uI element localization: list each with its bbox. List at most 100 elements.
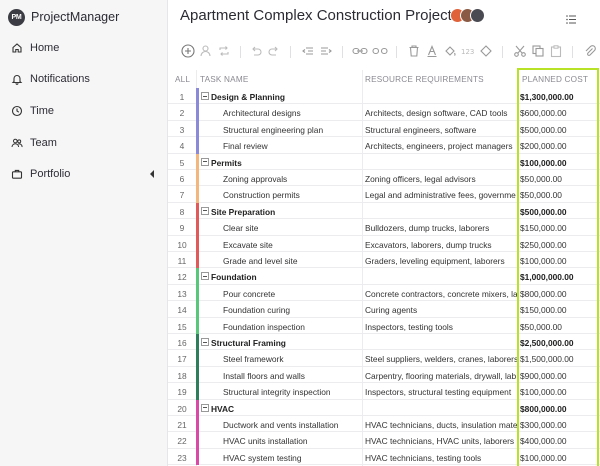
task-name-cell[interactable]: Structural engineering plan bbox=[223, 125, 323, 135]
task-name-cell[interactable]: HVAC bbox=[211, 404, 234, 414]
resource-requirements-cell[interactable]: HVAC technicians, ducts, insulation mate bbox=[365, 420, 517, 430]
collapse-toggle-icon[interactable] bbox=[201, 403, 209, 412]
fill-color-icon[interactable] bbox=[442, 43, 458, 59]
resource-requirements-cell[interactable]: Excavators, laborers, dump trucks bbox=[365, 240, 517, 250]
planned-cost-cell[interactable]: $100,000.00 bbox=[520, 158, 567, 168]
task-row[interactable]: 21 Ductwork and vents installation HVAC te… bbox=[168, 416, 600, 433]
undo-icon[interactable] bbox=[248, 43, 264, 59]
collapse-caret-icon[interactable] bbox=[150, 170, 154, 178]
task-row[interactable]: 22 HVAC units installation HVAC technician… bbox=[168, 432, 600, 449]
task-name-cell[interactable]: Foundation curing bbox=[223, 305, 290, 315]
resource-requirements-cell[interactable]: Carpentry, flooring materials, drywall, … bbox=[365, 371, 517, 381]
task-name-cell[interactable]: Foundation inspection bbox=[223, 322, 305, 332]
resource-requirements-cell[interactable]: Inspectors, testing tools bbox=[365, 322, 517, 332]
planned-cost-cell[interactable]: $800,000.00 bbox=[520, 289, 567, 299]
task-group-row[interactable]: 16 Structural Framing $2,500,000.00 bbox=[168, 334, 600, 351]
task-row[interactable]: 9 Clear site Bulldozers, dump trucks, labo… bbox=[168, 219, 600, 236]
task-name-cell[interactable]: Construction permits bbox=[223, 190, 300, 200]
task-row[interactable]: 19 Structural integrity inspection Inspect… bbox=[168, 383, 600, 400]
unlink-icon[interactable] bbox=[372, 43, 388, 59]
task-row[interactable]: 23 HVAC system testing HVAC technicians, t… bbox=[168, 448, 600, 466]
assign-user-icon[interactable] bbox=[198, 43, 214, 59]
task-row[interactable]: 17 Steel framework Steel suppliers, welder… bbox=[168, 350, 600, 367]
task-row[interactable]: 3 Structural engineering plan Structural e… bbox=[168, 120, 600, 138]
column-header-planned-cost[interactable]: PLANNED COST bbox=[522, 75, 588, 84]
resource-requirements-cell[interactable]: HVAC technicians, HVAC units, laborers bbox=[365, 436, 517, 446]
task-name-cell[interactable]: Foundation bbox=[211, 272, 257, 282]
resource-requirements-cell[interactable]: Graders, leveling equipment, laborers bbox=[365, 256, 517, 266]
collapse-toggle-icon[interactable] bbox=[201, 92, 209, 100]
number-format-icon[interactable]: 123 bbox=[460, 43, 476, 59]
brand[interactable]: PM ProjectManager bbox=[0, 0, 167, 34]
task-name-cell[interactable]: Zoning approvals bbox=[223, 174, 287, 184]
planned-cost-cell[interactable]: $50,000.00 bbox=[520, 322, 562, 332]
planned-cost-cell[interactable]: $150,000.00 bbox=[520, 223, 567, 233]
text-format-icon[interactable] bbox=[424, 43, 440, 59]
task-name-cell[interactable]: Final review bbox=[223, 141, 268, 151]
collapse-toggle-icon[interactable] bbox=[201, 157, 209, 166]
task-name-cell[interactable]: Permits bbox=[211, 158, 242, 168]
copy-icon[interactable] bbox=[530, 43, 546, 59]
planned-cost-cell[interactable]: $1,300,000.00 bbox=[520, 92, 574, 102]
planned-cost-cell[interactable]: $250,000.00 bbox=[520, 240, 567, 250]
planned-cost-cell[interactable]: $50,000.00 bbox=[520, 174, 562, 184]
planned-cost-cell[interactable]: $100,000.00 bbox=[520, 453, 567, 463]
planned-cost-cell[interactable]: $200,000.00 bbox=[520, 141, 567, 151]
resource-requirements-cell[interactable]: Inspectors, structural testing equipment bbox=[365, 387, 517, 397]
planned-cost-cell[interactable]: $1,000,000.00 bbox=[520, 272, 574, 282]
task-name-cell[interactable]: Pour concrete bbox=[223, 289, 275, 299]
resource-requirements-cell[interactable]: Zoning officers, legal advisors bbox=[365, 174, 517, 184]
task-row[interactable]: 2 Architectural designs Architects, design… bbox=[168, 104, 600, 121]
planned-cost-cell[interactable]: $2,500,000.00 bbox=[520, 338, 574, 348]
task-group-row[interactable]: 1 Design & Planning $1,300,000.00 bbox=[168, 88, 600, 105]
trash-icon[interactable] bbox=[406, 43, 422, 59]
outdent-icon[interactable] bbox=[300, 43, 316, 59]
resource-requirements-cell[interactable]: HVAC technicians, testing tools bbox=[365, 453, 517, 463]
task-name-cell[interactable]: Structural Framing bbox=[211, 338, 286, 348]
milestone-icon[interactable] bbox=[478, 43, 494, 59]
planned-cost-cell[interactable]: $500,000.00 bbox=[520, 125, 567, 135]
avatar[interactable] bbox=[470, 8, 485, 23]
redo-icon[interactable] bbox=[266, 43, 282, 59]
task-group-row[interactable]: 20 HVAC $800,000.00 bbox=[168, 399, 600, 416]
indent-icon[interactable] bbox=[318, 43, 334, 59]
cut-icon[interactable] bbox=[512, 43, 528, 59]
resource-requirements-cell[interactable]: Structural engineers, software bbox=[365, 125, 517, 135]
planned-cost-cell[interactable]: $900,000.00 bbox=[520, 371, 567, 381]
task-row[interactable]: 18 Install floors and walls Carpentry, flo… bbox=[168, 366, 600, 384]
sidebar-item-time[interactable]: Time bbox=[0, 101, 168, 121]
add-task-icon[interactable] bbox=[180, 43, 196, 59]
collapse-toggle-icon[interactable] bbox=[201, 272, 209, 281]
task-group-row[interactable]: 12 Foundation $1,000,000.00 bbox=[168, 268, 600, 285]
planned-cost-cell[interactable]: $100,000.00 bbox=[520, 387, 567, 397]
task-name-cell[interactable]: Architectural designs bbox=[223, 108, 301, 118]
attachment-icon[interactable] bbox=[582, 43, 598, 59]
resource-requirements-cell[interactable]: Bulldozers, dump trucks, laborers bbox=[365, 223, 517, 233]
avatar-group[interactable] bbox=[450, 8, 485, 23]
task-row[interactable]: 11 Grade and level site Graders, leveling … bbox=[168, 252, 600, 269]
sidebar-item-portfolio[interactable]: Portfolio bbox=[0, 164, 168, 184]
planned-cost-cell[interactable]: $50,000.00 bbox=[520, 190, 562, 200]
planned-cost-cell[interactable]: $1,500,000.00 bbox=[520, 354, 574, 364]
task-name-cell[interactable]: Clear site bbox=[223, 223, 258, 233]
task-row[interactable]: 4 Final review Architects, engineers, proj… bbox=[168, 137, 600, 154]
sidebar-item-home[interactable]: Home bbox=[0, 38, 168, 58]
resource-requirements-cell[interactable]: Curing agents bbox=[365, 305, 517, 315]
collapse-toggle-icon[interactable] bbox=[201, 206, 209, 215]
planned-cost-cell[interactable]: $600,000.00 bbox=[520, 108, 567, 118]
task-row[interactable]: 14 Foundation curing Curing agents $150,000… bbox=[168, 301, 600, 318]
task-name-cell[interactable]: Grade and level site bbox=[223, 256, 298, 266]
collapse-toggle-icon[interactable] bbox=[201, 338, 209, 346]
planned-cost-cell[interactable]: $300,000.00 bbox=[520, 420, 567, 430]
column-header-task-name[interactable]: TASK NAME bbox=[200, 75, 249, 84]
task-group-row[interactable]: 5 Permits $100,000.00 bbox=[168, 153, 600, 170]
resource-requirements-cell[interactable]: Legal and administrative fees, governme bbox=[365, 190, 517, 200]
planned-cost-cell[interactable]: $100,000.00 bbox=[520, 256, 567, 266]
task-group-row[interactable]: 8 Site Preparation $500,000.00 bbox=[168, 202, 600, 220]
column-header-resource-requirements[interactable]: RESOURCE REQUIREMENTS bbox=[365, 75, 484, 84]
task-row[interactable]: 7 Construction permits Legal and administr… bbox=[168, 186, 600, 203]
task-name-cell[interactable]: Ductwork and vents installation bbox=[223, 420, 338, 430]
task-name-cell[interactable]: Structural integrity inspection bbox=[223, 387, 331, 397]
planned-cost-cell[interactable]: $150,000.00 bbox=[520, 305, 567, 315]
task-name-cell[interactable]: Design & Planning bbox=[211, 92, 285, 102]
